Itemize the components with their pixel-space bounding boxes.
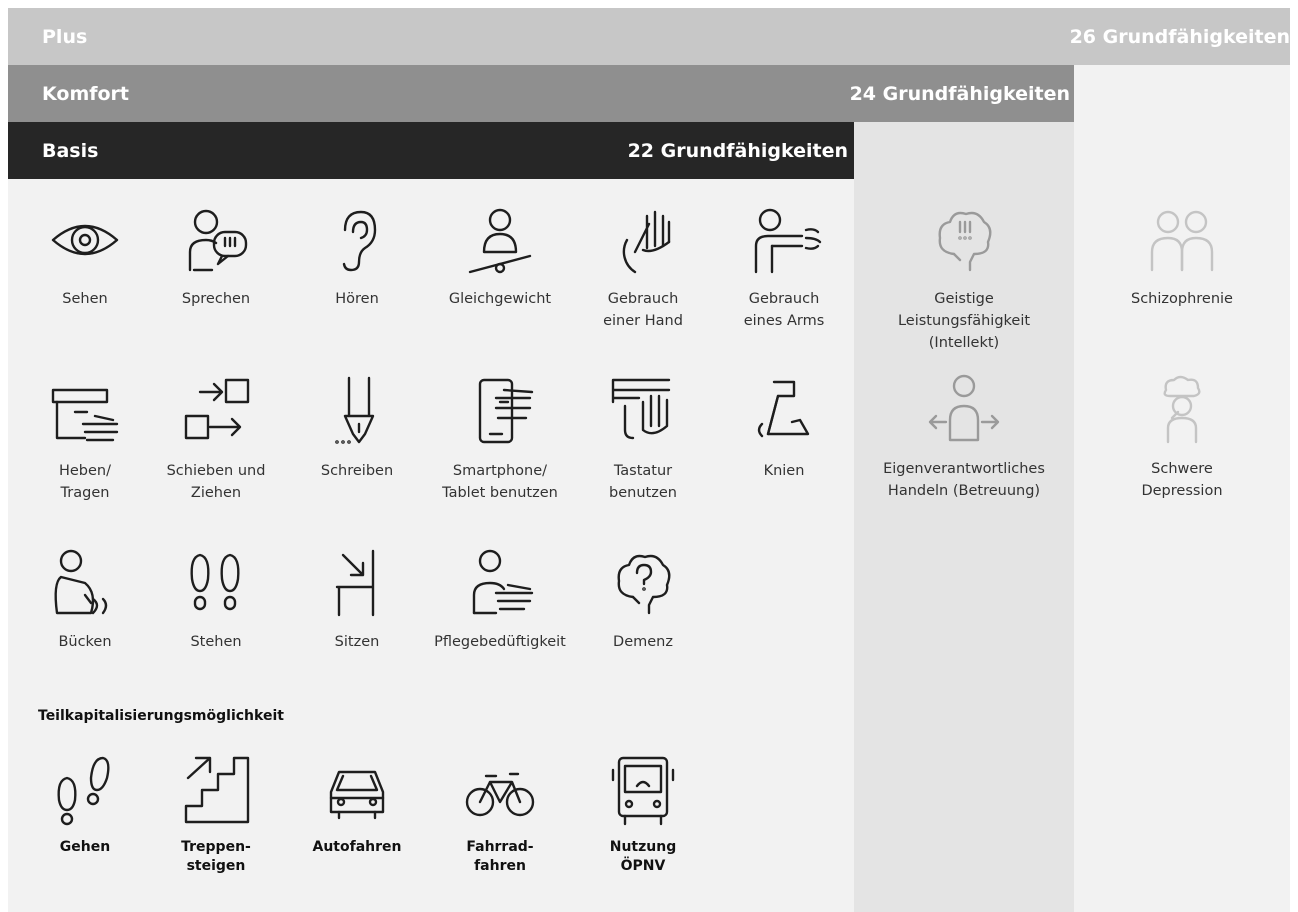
ability-label: Stehen — [190, 634, 242, 650]
chair-icon — [335, 549, 375, 617]
partial-oepnv: Nutzung ÖPNV — [573, 750, 713, 876]
ability-label: Eigenverantwortliches Handeln (Betreuung… — [883, 461, 1045, 499]
eye-icon — [51, 224, 119, 256]
partial-label: Autofahren — [312, 839, 402, 855]
hand-icon — [622, 210, 671, 274]
ability-hoeren: Hören — [287, 200, 427, 310]
box-lift-icon — [51, 388, 119, 442]
tier-komfort-header: Komfort 24 Grundfähigkeiten — [8, 65, 1074, 122]
ability-heben: Heben/ Tragen — [15, 372, 155, 504]
tier-plus-name: Plus — [42, 25, 88, 48]
balance-person-icon — [468, 208, 532, 274]
ability-schizophrenie: Schizophrenie — [1112, 200, 1252, 310]
ear-icon — [342, 210, 377, 272]
brain-question-icon — [617, 554, 671, 615]
bicycle-icon — [465, 772, 535, 817]
footprints-icon — [190, 553, 240, 611]
ability-smartphone: Smartphone/ Tablet benutzen — [430, 372, 570, 504]
ability-hand: Gebrauch einer Hand — [573, 200, 713, 332]
ability-gleichgewicht: Gleichgewicht — [430, 200, 570, 310]
sub-heading: Teilkapitalisierungsmöglichkeit — [38, 708, 284, 724]
tier-komfort-name: Komfort — [42, 82, 130, 105]
ability-label: Schieben und Ziehen — [166, 463, 266, 501]
car-icon — [329, 770, 385, 820]
person-cloud-icon — [1163, 375, 1201, 444]
ability-intellekt: Geistige Leistungsfähigkeit (Intellekt) — [894, 200, 1034, 354]
ability-schreiben: Schreiben — [287, 372, 427, 482]
ability-label: Bücken — [58, 634, 112, 650]
ability-demenz: Demenz — [573, 543, 713, 653]
ability-label: Hören — [335, 291, 379, 307]
pen-icon — [335, 376, 375, 444]
tier-komfort-count: 24 Grundfähigkeiten — [849, 82, 1070, 105]
ability-schieben: Schieben und Ziehen — [146, 372, 286, 504]
ability-label: Smartphone/ Tablet benutzen — [442, 463, 558, 501]
ability-label: Sprechen — [181, 291, 251, 307]
ability-label: Demenz — [613, 634, 673, 650]
ability-label: Gebrauch einer Hand — [603, 291, 683, 329]
speech-bubble-person-icon — [188, 209, 248, 272]
ability-label: Gleichgewicht — [448, 291, 552, 307]
walk-footprints-icon — [57, 756, 110, 826]
ability-label: Gebrauch eines Arms — [743, 291, 825, 329]
keyboard-icon — [611, 378, 671, 440]
bend-icon — [54, 549, 108, 615]
push-pull-icon — [184, 378, 250, 440]
ability-label: Knien — [763, 463, 805, 479]
partial-label: Fahrrad- fahren — [466, 839, 534, 874]
ability-label: Pflegebedüftigkeit — [434, 634, 566, 650]
partial-fahrrad: Fahrrad- fahren — [430, 750, 570, 876]
ability-sehen: Sehen — [15, 200, 155, 310]
ability-label: Schreiben — [320, 463, 394, 479]
care-person-icon — [472, 549, 534, 615]
ability-label: Heben/ Tragen — [58, 463, 112, 501]
smartphone-icon — [478, 378, 534, 444]
ability-sitzen: Sitzen — [287, 543, 427, 653]
two-persons-icon — [1150, 210, 1214, 272]
partial-label: Treppen- steigen — [181, 839, 251, 874]
ability-label: Sehen — [62, 291, 108, 307]
ability-knien: Knien — [714, 372, 854, 482]
ability-label: Schwere Depression — [1141, 461, 1223, 499]
basis-panel: Sehen Sprechen Hören Gleichgewicht Gebra… — [8, 179, 854, 912]
ability-pflege: Pflegebedüftigkeit — [430, 543, 570, 653]
partial-gehen: Gehen — [15, 750, 155, 857]
tier-basis-count: 22 Grundfähigkeiten — [627, 139, 848, 162]
stairs-icon — [184, 756, 250, 824]
kneel-icon — [757, 380, 810, 438]
ability-depression: Schwere Depression — [1112, 370, 1252, 502]
person-arrows-icon — [928, 374, 1000, 442]
partial-label: Gehen — [59, 839, 111, 855]
ability-label: Sitzen — [334, 634, 380, 650]
bus-icon — [611, 756, 675, 826]
arm-icon — [754, 208, 822, 274]
ability-stehen: Stehen — [146, 543, 286, 653]
ability-sprechen: Sprechen — [146, 200, 286, 310]
partial-label: Nutzung ÖPNV — [609, 839, 677, 874]
ability-betreuung: Eigenverantwortliches Handeln (Betreuung… — [883, 370, 1045, 502]
partial-auto: Autofahren — [287, 750, 427, 857]
tier-plus-header: Plus 26 Grundfähigkeiten — [8, 8, 1290, 65]
tier-basis-name: Basis — [42, 139, 99, 162]
tier-plus-count: 26 Grundfähigkeiten — [1069, 25, 1290, 48]
tier-basis-header: Basis 22 Grundfähigkeiten — [8, 122, 854, 179]
ability-label: Tastatur benutzen — [609, 463, 677, 501]
partial-treppen: Treppen- steigen — [146, 750, 286, 876]
ability-label: Schizophrenie — [1131, 291, 1233, 307]
brain-alert-icon — [938, 211, 992, 272]
ability-arm: Gebrauch eines Arms — [714, 200, 854, 332]
ability-buecken: Bücken — [15, 543, 155, 653]
ability-label: Geistige Leistungsfähigkeit (Intellekt) — [897, 291, 1031, 351]
ability-tastatur: Tastatur benutzen — [573, 372, 713, 504]
